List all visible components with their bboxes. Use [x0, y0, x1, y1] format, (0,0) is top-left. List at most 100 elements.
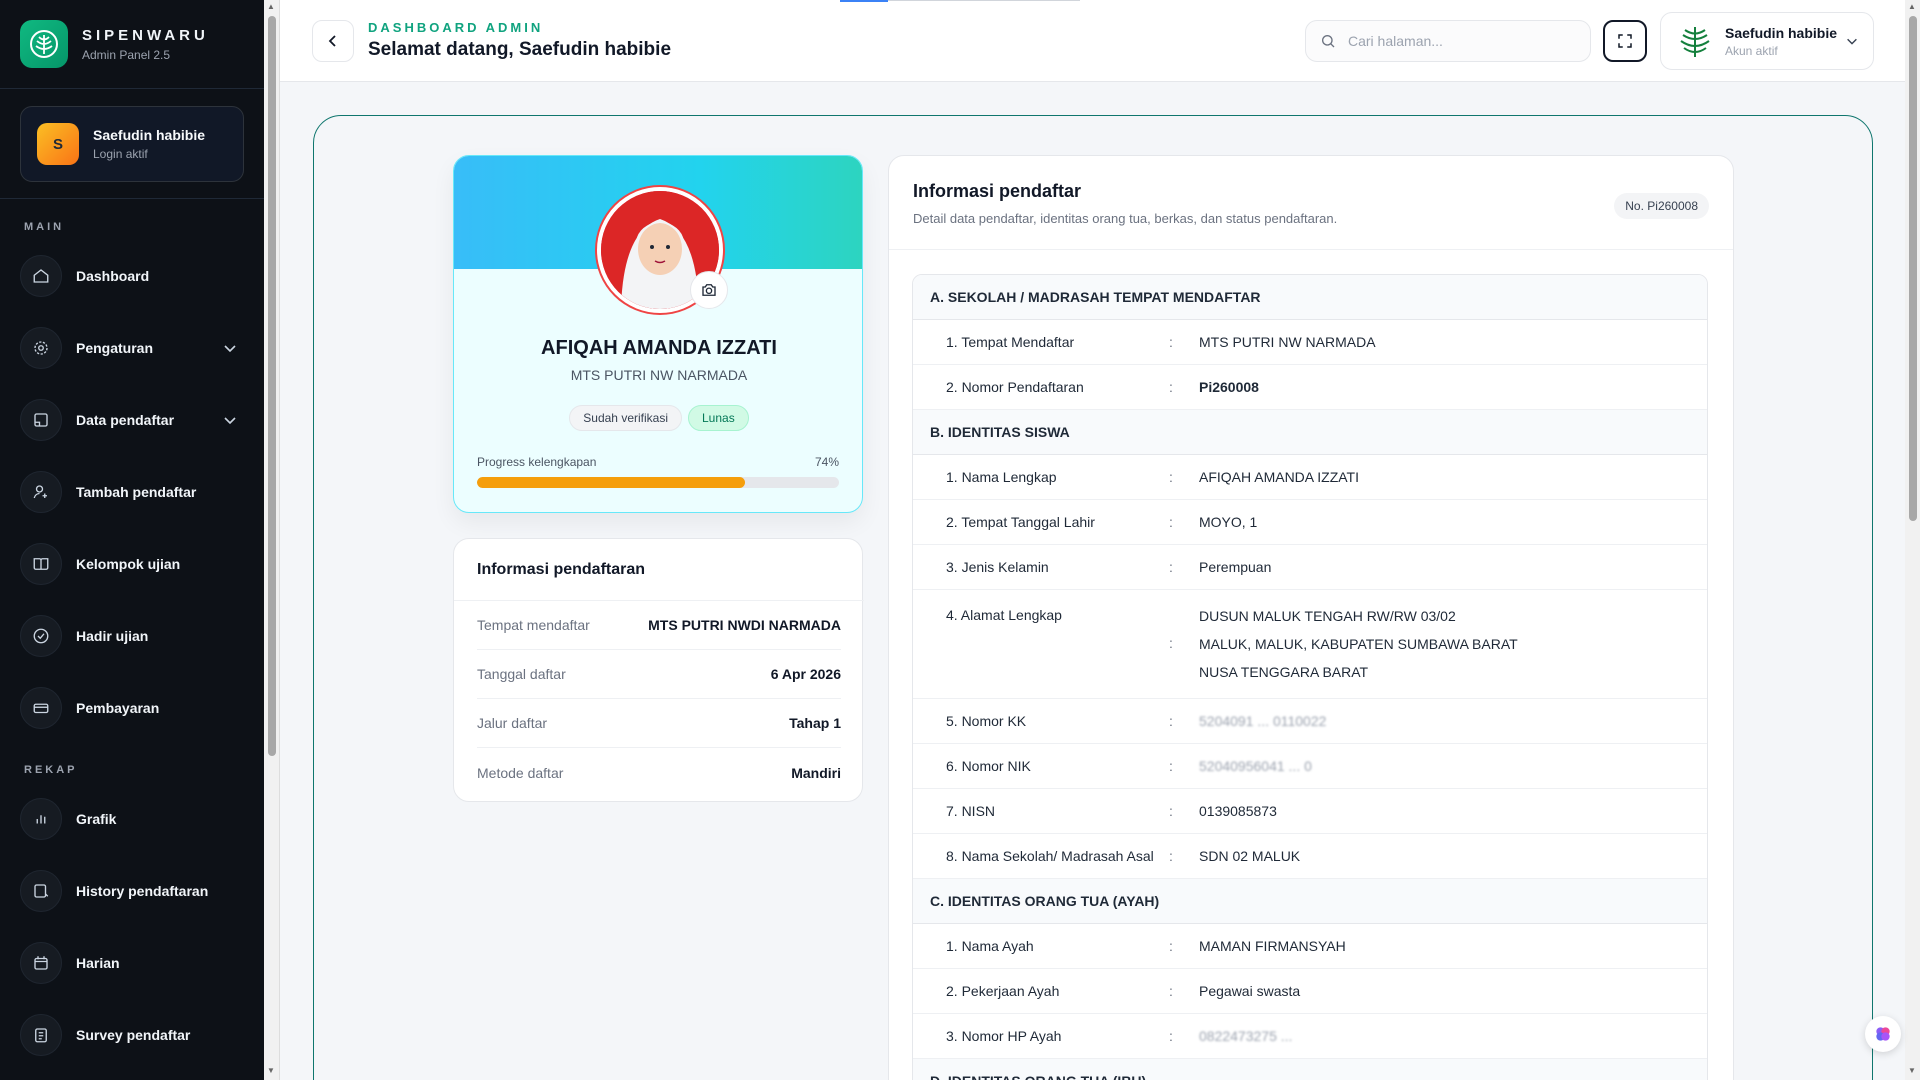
row-colon: : [1169, 983, 1173, 999]
page-scrollbar[interactable]: ▲ ▼ [1905, 0, 1920, 1080]
page-title: Selamat datang, Saefudin habibie [368, 39, 672, 60]
section-label-main: MAIN [24, 221, 65, 233]
nav-pengaturan[interactable]: Pengaturan [20, 322, 244, 374]
section-label-rekap: REKAP [24, 764, 78, 776]
row-key: 2. Pekerjaan Ayah [946, 983, 1060, 999]
row-value: MTS PUTRI NWDI NARMADA [648, 617, 841, 633]
nav-label: Pengaturan [76, 340, 154, 356]
nav-data-pendaftar[interactable]: Data pendaftar [20, 394, 244, 446]
user-plus-icon [20, 471, 62, 513]
row-colon: : [1169, 1028, 1173, 1044]
table-row: 7. NISN: 0139085873 [913, 789, 1707, 834]
sidebar: SIPENWARU Admin Panel 2.5 S Saefudin hab… [0, 0, 264, 1080]
registration-row: Tempat mendaftar MTS PUTRI NWDI NARMADA [477, 601, 841, 650]
brain-icon [1876, 1027, 1890, 1041]
nav-label: History pendaftaran [76, 883, 209, 899]
registration-row: Tanggal daftar 6 Apr 2026 [477, 650, 841, 699]
nav-tambah-pendaftar[interactable]: Tambah pendaftar [20, 466, 244, 518]
row-value: SDN 02 MALUK [1199, 848, 1301, 864]
row-colon: : [1169, 334, 1173, 350]
row-key: 1. Nama Lengkap [946, 469, 1057, 485]
sidebar-user-status: Login aktif [93, 147, 148, 161]
row-value: Tahap 1 [789, 715, 841, 731]
scroll-up-arrow[interactable]: ▲ [267, 2, 275, 11]
table-row: 2. Nomor Pendaftaran: Pi260008 [913, 365, 1707, 410]
divider [889, 249, 1733, 250]
row-key: 5. Nomor KK [946, 713, 1027, 729]
row-colon: : [1169, 559, 1173, 575]
nav-label: Tambah pendaftar [76, 484, 197, 500]
avatar: S [37, 123, 79, 165]
applicant-details-table: A. SEKOLAH / MADRASAH TEMPAT MENDAFTAR 1… [912, 274, 1708, 1080]
wallet-icon [20, 687, 62, 729]
brand[interactable]: SIPENWARU Admin Panel 2.5 [20, 20, 209, 68]
scroll-up-arrow[interactable]: ▲ [1908, 2, 1916, 11]
back-button[interactable] [312, 20, 354, 62]
top-header: DASHBOARD ADMIN Selamat datang, Saefudin… [280, 0, 1905, 82]
header-kicker: DASHBOARD ADMIN [368, 20, 544, 35]
table-row: 2. Tempat Tanggal Lahir: MOYO, 1 [913, 500, 1707, 545]
scroll-down-arrow[interactable]: ▼ [267, 1066, 275, 1075]
search-box[interactable] [1305, 20, 1591, 62]
nav-label: Grafik [76, 811, 117, 827]
search-icon [1322, 35, 1335, 48]
nav-kelompok-ujian[interactable]: Kelompok ujian [20, 538, 244, 590]
row-value: 0822473275 ... [1199, 1028, 1293, 1044]
row-colon: : [1169, 469, 1173, 485]
info-card-title: Informasi pendaftar [913, 181, 1082, 201]
chevron-down-icon [1847, 38, 1857, 45]
account-name: Saefudin habibie [1725, 24, 1838, 41]
registration-number-badge: No. Pi260008 [1614, 193, 1709, 219]
info-card-subtitle: Detail data pendaftar, identitas orang t… [913, 211, 1338, 226]
progress-percent: 74% [814, 455, 839, 469]
row-key: 1. Tempat Mendaftar [946, 334, 1075, 350]
profile-card: AFIQAH AMANDA IZZATI MTS PUTRI NW NARMAD… [453, 155, 863, 513]
search-input[interactable] [1348, 33, 1568, 49]
row-value: Pi260008 [1199, 379, 1259, 395]
settings-icon [20, 327, 62, 369]
row-key: 3. Nomor HP Ayah [946, 1028, 1062, 1044]
nav-label: Survey pendaftar [76, 1027, 191, 1043]
table-row: 4. Alamat Lengkap: DUSUN MALUK TENGAH RW/… [913, 590, 1707, 699]
sidebar-user-card[interactable]: S Saefudin habibie Login aktif [20, 106, 244, 182]
account-menu[interactable]: Saefudin habibie Akun aktif [1660, 12, 1874, 70]
progress-fill [477, 477, 745, 488]
account-logo-icon [1680, 27, 1710, 57]
registration-row: Jalur daftar Tahap 1 [477, 699, 841, 748]
scroll-down-arrow[interactable]: ▼ [1908, 1066, 1916, 1075]
sidebar-scrollbar[interactable]: ▲ ▼ [264, 0, 280, 1080]
row-value: Pegawai swasta [1199, 983, 1301, 999]
nav-dashboard[interactable]: Dashboard [20, 250, 244, 302]
chevron-down-icon [224, 345, 236, 353]
section-header: A. SEKOLAH / MADRASAH TEMPAT MENDAFTAR [913, 275, 1707, 320]
row-key: Jalur daftar [477, 715, 548, 731]
row-value: 0139085873 [1199, 803, 1277, 819]
nav-label: Pembayaran [76, 700, 160, 716]
row-key: 2. Tempat Tanggal Lahir [946, 514, 1095, 530]
calendar-icon [20, 942, 62, 984]
nav-harian[interactable]: Harian [20, 937, 244, 989]
row-value: 6 Apr 2026 [770, 666, 841, 682]
nav-hadir-ujian[interactable]: Hadir ujian [20, 610, 244, 662]
row-key: 2. Nomor Pendaftaran [946, 379, 1084, 395]
nav-survey-pendaftar[interactable]: Survey pendaftar [20, 1009, 244, 1061]
nav-label: Hadir ujian [76, 628, 149, 644]
address-line: DUSUN MALUK TENGAH RW/RW 03/02 [1199, 608, 1456, 624]
nav-pembayaran[interactable]: Pembayaran [20, 682, 244, 734]
row-colon: : [1169, 938, 1173, 954]
row-key: 6. Nomor NIK [946, 758, 1031, 774]
brand-name: SIPENWARU [82, 26, 209, 44]
assistant-button[interactable] [1865, 1016, 1901, 1052]
fullscreen-button[interactable] [1603, 20, 1647, 62]
row-value: 52040956041 ... 0 [1199, 758, 1312, 774]
scrollbar-thumb[interactable] [1909, 16, 1917, 521]
student-school: MTS PUTRI NW NARMADA [570, 367, 748, 383]
table-row: 1. Nama Lengkap: AFIQAH AMANDA IZZATI [913, 455, 1707, 500]
fullscreen-icon [1618, 34, 1632, 48]
row-key: 7. NISN [946, 803, 996, 819]
nav-history-pendaftaran[interactable]: History pendaftaran [20, 865, 244, 917]
change-photo-button[interactable] [690, 271, 728, 309]
nav-grafik[interactable]: Grafik [20, 793, 244, 845]
scrollbar-thumb[interactable] [268, 16, 276, 756]
check-circle-icon [20, 615, 62, 657]
